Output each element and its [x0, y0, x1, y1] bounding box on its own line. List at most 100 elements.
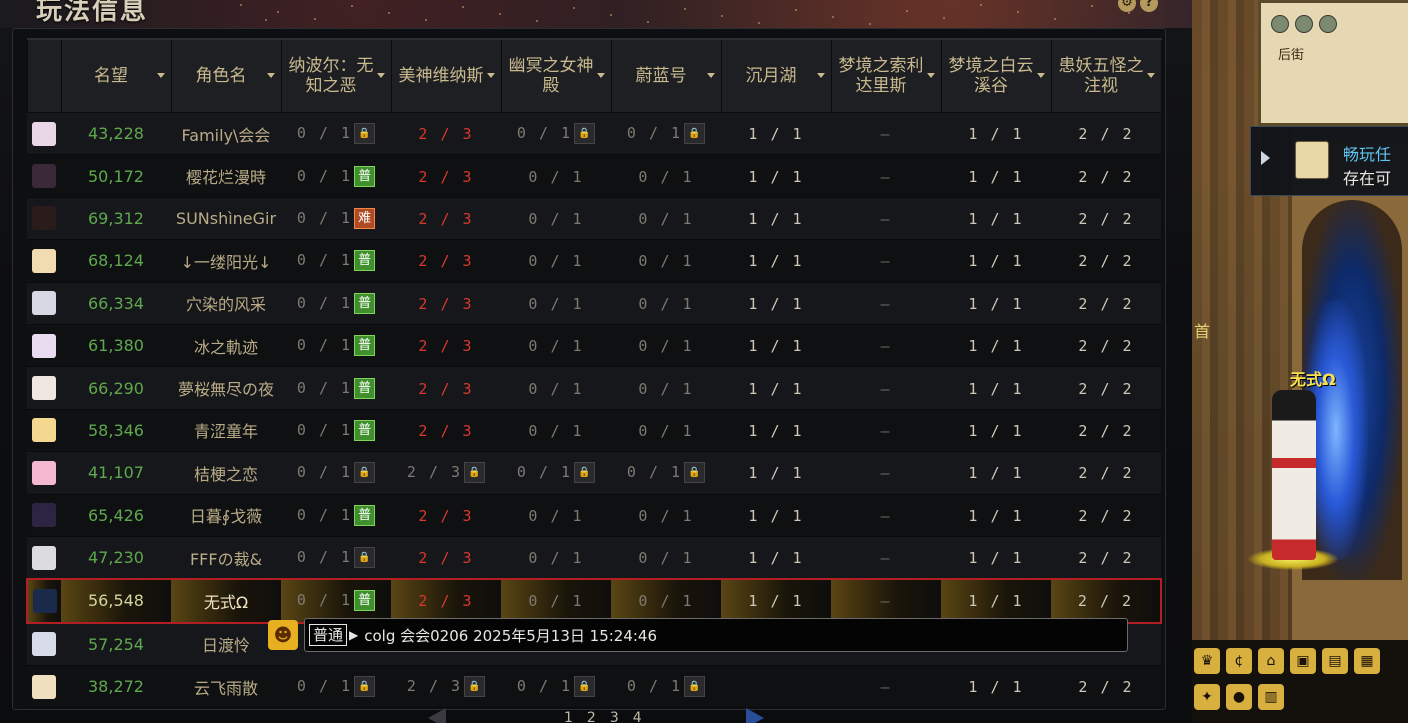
table-row[interactable]: 56,548 无式Ω 0 / 1普2 / 30 / 10 / 11 / 1—1 / …: [26, 578, 1162, 624]
help-icon[interactable]: ?: [1140, 0, 1158, 12]
banner-spark: [721, 15, 723, 17]
sort-caret-icon[interactable]: [266, 73, 275, 78]
avatar-cell: [27, 494, 61, 537]
dungeon-progress-cell: 1 / 1: [721, 197, 831, 241]
emote-face-icon[interactable]: ☻: [268, 620, 298, 650]
lock-icon: 🔒: [574, 462, 596, 484]
sort-caret-icon[interactable]: [156, 73, 165, 78]
column-header-label: 梦境之白云溪谷: [948, 56, 1034, 96]
lock-icon: 🔒: [354, 547, 376, 569]
player-character[interactable]: [1272, 390, 1316, 560]
score-cell: 38,272: [61, 665, 171, 709]
table-row[interactable]: 41,107 桔梗之恋 0 / 1 🔒 2 / 3 🔒 0 / 1 🔒 0 / 1 🔒 1 / 1—…: [27, 451, 1161, 495]
sort-caret-icon[interactable]: [376, 73, 385, 78]
progress-value: —: [880, 209, 892, 228]
gear-icon[interactable]: ⚙: [1118, 0, 1136, 12]
column-header-1[interactable]: 角色名: [170, 38, 282, 113]
sort-caret-icon[interactable]: [596, 73, 605, 78]
table-row[interactable]: 50,172 樱花烂漫時 0 / 1普2 / 30 / 10 / 11 / 1—1 …: [27, 154, 1161, 198]
shop-icon[interactable]: ▦: [1354, 648, 1380, 674]
prev-page-icon[interactable]: [428, 708, 446, 723]
progress-value: 1 / 1: [748, 464, 804, 483]
progress-value: 2 / 3: [418, 209, 474, 228]
table-row[interactable]: 68,124 ↓一缕阳光↓ 0 / 1普2 / 30 / 10 / 11 / 1—1…: [27, 239, 1161, 283]
book-icon[interactable]: ▥: [1258, 684, 1284, 710]
progress-value: —: [880, 549, 892, 568]
expand-arrow-icon[interactable]: [1261, 151, 1270, 165]
quest-notice[interactable]: 畅玩任 存在可: [1250, 126, 1408, 196]
table-row[interactable]: 66,334 穴染的风采 0 / 1普2 / 30 / 10 / 11 / 1—1 …: [27, 282, 1161, 325]
progress-value: 1 / 1: [968, 421, 1024, 440]
table-row[interactable]: 43,228 Family\会会 0 / 1 🔒 2 / 30 / 1 🔒 0 / 1 🔒 1 …: [27, 112, 1161, 156]
table-row[interactable]: 65,426 日暮∮戈薇 0 / 1普2 / 30 / 10 / 11 / 1—1 …: [27, 494, 1161, 537]
compass-icon[interactable]: ✦: [1194, 684, 1220, 710]
currency-icon[interactable]: ¢: [1226, 648, 1252, 674]
next-page-icon[interactable]: [745, 708, 764, 723]
crown-icon[interactable]: ♛: [1194, 648, 1220, 674]
lock-icon: 🔒: [354, 462, 376, 484]
dungeon-progress-cell: 0 / 1: [501, 239, 611, 283]
dungeon-progress-cell: 1 / 1: [721, 239, 831, 283]
avatar-cell: [27, 451, 61, 495]
dungeon-progress-cell: 0 / 1 🔒: [281, 451, 391, 495]
table-row[interactable]: 47,230 FFFの裁& 0 / 1 🔒 2 / 30 / 10 / 11 / 1—1…: [27, 536, 1161, 580]
progress-value: —: [880, 592, 892, 611]
dungeon-progress-cell: 0 / 1难: [281, 197, 391, 241]
progress-value: 1 / 1: [968, 592, 1024, 611]
score-cell: 57,254: [61, 622, 171, 667]
location-pin-icon[interactable]: ●: [1226, 684, 1252, 710]
column-header-3[interactable]: 美神维纳斯: [390, 38, 502, 113]
table-row[interactable]: 58,346 青涩童年 0 / 1普2 / 30 / 10 / 11 / 1—1 /…: [27, 409, 1161, 453]
dungeon-progress-cell: 2 / 3 🔒: [391, 451, 501, 495]
lock-icon: 🔒: [684, 676, 706, 698]
home-icon[interactable]: ⌂: [1258, 648, 1284, 674]
chest-icon[interactable]: ▤: [1322, 648, 1348, 674]
wardrobe-icon[interactable]: ▣: [1290, 648, 1316, 674]
column-header-6[interactable]: 沉月湖: [720, 38, 832, 113]
page-number-4[interactable]: 4: [633, 710, 642, 723]
chat-arrow-icon: ▶: [349, 628, 359, 642]
dungeon-progress-cell: 0 / 1 🔒: [501, 112, 611, 156]
column-header-2[interactable]: 纳波尔：无知之恶: [280, 38, 392, 113]
sort-caret-icon[interactable]: [1036, 73, 1045, 78]
lock-icon: 🔒: [574, 123, 596, 145]
sort-caret-icon[interactable]: [706, 73, 715, 78]
table-row[interactable]: 66,290 夢桜無尽の夜 0 / 1普2 / 30 / 10 / 11 / 1—1…: [27, 366, 1161, 410]
sort-caret-icon[interactable]: [486, 73, 495, 78]
dungeon-progress-cell: 0 / 1普: [281, 282, 391, 325]
banner-spark: [1017, 11, 1019, 13]
column-header-7[interactable]: 梦境之索利达里斯: [830, 38, 942, 113]
progress-value: 2 / 2: [1078, 125, 1134, 144]
column-header-0[interactable]: 名望: [60, 38, 172, 113]
normal-difficulty-badge: 普: [354, 335, 376, 357]
sort-caret-icon[interactable]: [1146, 73, 1155, 78]
normal-difficulty-badge: 普: [354, 292, 376, 314]
sort-caret-icon[interactable]: [816, 73, 825, 78]
column-header-5[interactable]: 蔚蓝号: [610, 38, 722, 113]
score-cell: 41,107: [61, 451, 171, 495]
column-header-9[interactable]: 患妖五怪之注视: [1050, 38, 1162, 113]
progress-value: 0 / 1: [296, 378, 353, 397]
table-row[interactable]: 61,380 冰之軌迹 0 / 1普2 / 30 / 10 / 11 / 1—1 /…: [27, 324, 1161, 368]
progress-value: 1 / 1: [748, 252, 804, 271]
page-number-1[interactable]: 1: [564, 710, 573, 723]
dungeon-progress-cell: 1 / 1: [941, 536, 1051, 580]
minimap[interactable]: [1258, 0, 1408, 126]
dungeon-progress-cell: 0 / 1 🔒: [501, 451, 611, 495]
banner-spark: [573, 7, 575, 9]
column-header-4[interactable]: 幽冥之女神殿: [500, 38, 612, 113]
sort-caret-icon[interactable]: [926, 73, 935, 78]
character-name: FFFの裁&: [171, 536, 281, 580]
avatar-cell: [27, 409, 61, 453]
column-header-8[interactable]: 梦境之白云溪谷: [940, 38, 1052, 113]
table-row[interactable]: 38,272 云飞雨散 0 / 1 🔒 2 / 3 🔒 0 / 1 🔒 0 / 1 🔒 —1 / 1…: [27, 665, 1161, 709]
dungeon-progress-cell: 0 / 1: [611, 494, 721, 537]
dungeon-progress-cell: 2 / 3: [391, 366, 501, 410]
page-number-3[interactable]: 3: [610, 710, 619, 723]
dungeon-progress-cell: 1 / 1: [941, 324, 1051, 368]
lock-icon: 🔒: [464, 462, 486, 484]
page-number-2[interactable]: 2: [587, 710, 596, 723]
dungeon-progress-cell: 1 / 1: [721, 324, 831, 368]
table-row[interactable]: 69,312 SUNshìneGir 0 / 1难2 / 30 / 10 / 11 …: [27, 197, 1161, 241]
dungeon-progress-cell: 0 / 1: [611, 239, 721, 283]
